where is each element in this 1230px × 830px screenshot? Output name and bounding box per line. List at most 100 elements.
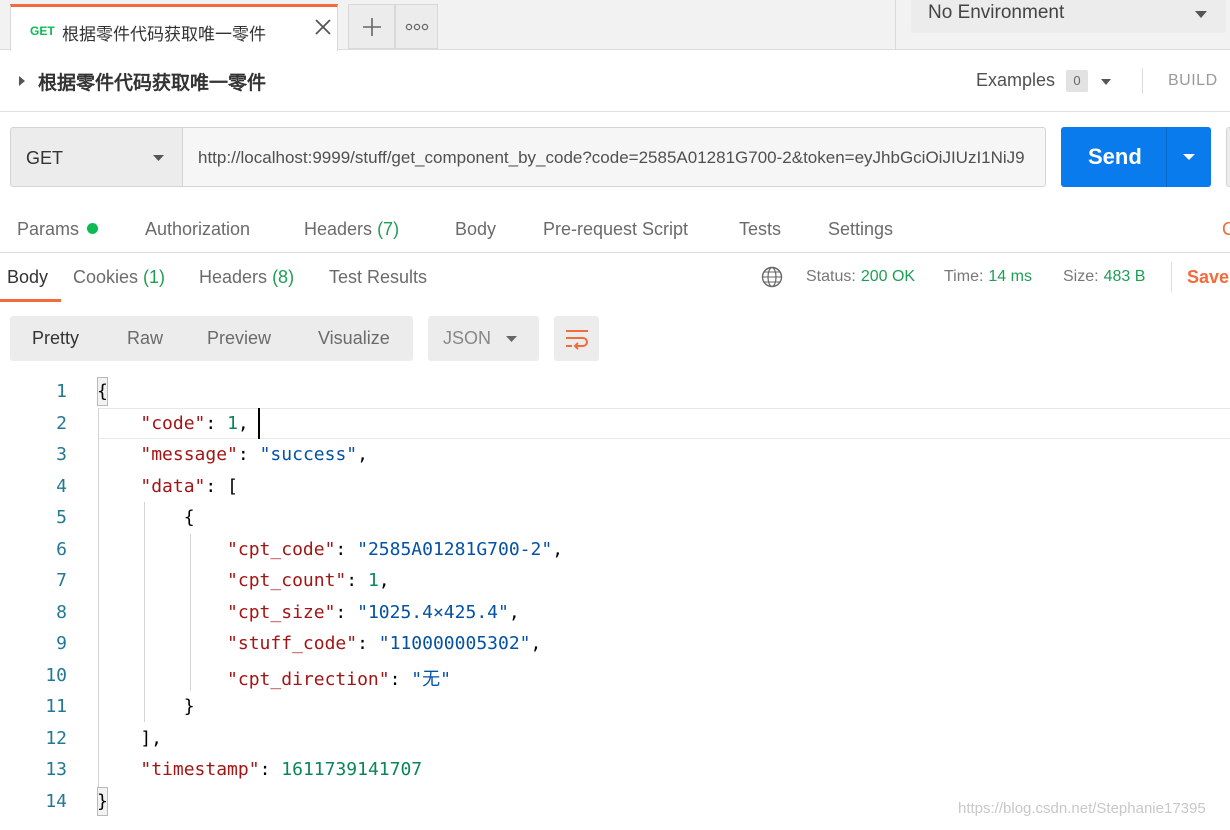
status-label: Status: [806,268,856,285]
view-raw-button[interactable]: Raw [127,328,163,349]
code-text: "timestamp": 1611739141707 [97,759,422,780]
code-token: , [530,633,542,654]
active-tab-indicator [0,299,61,302]
code-line: 5 { [0,501,1230,533]
line-number: 2 [56,412,67,434]
line-number: 12 [45,727,67,749]
code-line: 10 "cpt_direction": "无" [0,659,1230,691]
status-readout: Status: 200 OK [806,268,915,286]
send-label: Send [1088,144,1142,169]
tab-tests[interactable]: Tests [739,219,781,240]
view-mode-group: Pretty Raw Preview Visualize [10,316,413,361]
code-token: , [237,412,249,434]
chevron-down-icon[interactable] [1100,78,1112,86]
save-response-button[interactable]: Save [1187,267,1229,288]
tab-test-results[interactable]: Test Results [329,267,427,288]
tab-method-badge: GET [30,24,55,38]
code-text: "cpt_count": 1, [97,570,390,591]
params-indicator-dot [87,223,99,234]
code-token: "success" [259,444,358,465]
code-text: } [97,696,195,717]
tab-response-cookies[interactable]: Cookies (1) [73,267,165,288]
code-token: , [357,444,368,465]
method-label: GET [26,148,64,168]
line-number: 3 [56,444,67,465]
save-request-button[interactable] [1226,127,1230,187]
tab-body[interactable]: Body [455,219,496,240]
request-header: 根据零件代码获取唯一零件 Examples 0 BUILD [0,50,1230,112]
tab-resp-headers-label: Headers [199,267,268,287]
expand-caret-icon[interactable] [18,75,26,87]
send-button[interactable]: Send [1061,127,1166,187]
line-number: 6 [56,538,67,560]
response-body-editor[interactable]: 1{2 "code": 1, 3 "message": "success", 4 "… [0,375,1230,830]
tab-params[interactable]: Params [17,219,99,240]
line-number: 10 [45,664,67,686]
tab-cookies-link[interactable]: C [1222,219,1230,240]
time-value: 14 ms [988,268,1032,285]
code-token: : [346,570,368,591]
tab-cookies-label: Cookies [73,267,139,287]
code-token: "cpt_count" [227,570,347,591]
request-tab[interactable]: GET 根据零件代码获取唯一零件 [10,4,338,51]
tab-response-headers[interactable]: Headers (8) [199,267,294,288]
code-token: "2585A01281G700-2" [357,538,553,560]
tab-headers-label: Headers [304,219,373,239]
code-token: , [508,601,520,623]
url-input[interactable]: http://localhost:9999/stuff/get_componen… [183,127,1046,187]
line-number: 5 [56,507,67,528]
line-number: 4 [56,475,67,497]
code-line: 7 "cpt_count": 1, [0,564,1230,596]
url-text: http://localhost:9999/stuff/get_componen… [198,148,1025,167]
line-number: 13 [45,759,67,780]
divider [895,0,896,50]
environment-select[interactable]: No Environment [911,0,1226,33]
examples-button[interactable]: Examples [976,70,1055,91]
format-select[interactable]: JSON [428,316,539,361]
plus-icon [362,17,381,36]
code-text: "data": [ [97,476,238,497]
code-token: : [237,444,260,465]
tab-headers-count: (7) [377,219,400,239]
close-icon[interactable] [312,16,334,38]
line-number: 8 [56,601,67,623]
tab-settings[interactable]: Settings [828,219,893,240]
code-text: "stuff_code": "110000005302", [97,633,541,654]
globe-icon[interactable] [761,266,783,288]
send-options-button[interactable] [1166,127,1211,187]
tab-prerequest-script[interactable]: Pre-request Script [543,219,688,240]
tab-authorization[interactable]: Authorization [145,219,250,240]
view-pretty-button[interactable]: Pretty [32,328,79,349]
view-visualize-button[interactable]: Visualize [318,328,390,349]
tab-resp-headers-count: (8) [272,267,295,287]
method-select[interactable]: GET [10,127,183,187]
wrap-lines-button[interactable] [554,316,599,361]
code-text: "message": "success", [97,444,368,465]
code-line: 12 ], [0,722,1230,754]
code-token: { [97,507,195,528]
tab-headers[interactable]: Headers (7) [304,219,399,240]
tab-cookies-count: (1) [143,267,166,287]
tab-title: 根据零件代码获取唯一零件 [62,25,266,45]
code-token: 1611739141707 [281,759,423,780]
tab-response-body[interactable]: Body [7,267,48,288]
code-token: { [97,381,108,402]
code-token: "stuff_code" [227,633,358,654]
view-preview-button[interactable]: Preview [207,328,271,349]
build-button[interactable]: BUILD [1168,72,1218,90]
more-tabs-button[interactable] [395,4,438,49]
code-token: "无" [411,668,451,690]
status-value: 200 OK [860,268,916,285]
code-token: "cpt_code" [227,538,336,560]
line-number: 7 [56,570,67,591]
code-text: "cpt_direction": "无" [97,665,451,691]
new-tab-button[interactable] [348,4,395,49]
code-line: 9 "stuff_code": "110000005302", [0,627,1230,659]
request-name[interactable]: 根据零件代码获取唯一零件 [38,68,266,95]
